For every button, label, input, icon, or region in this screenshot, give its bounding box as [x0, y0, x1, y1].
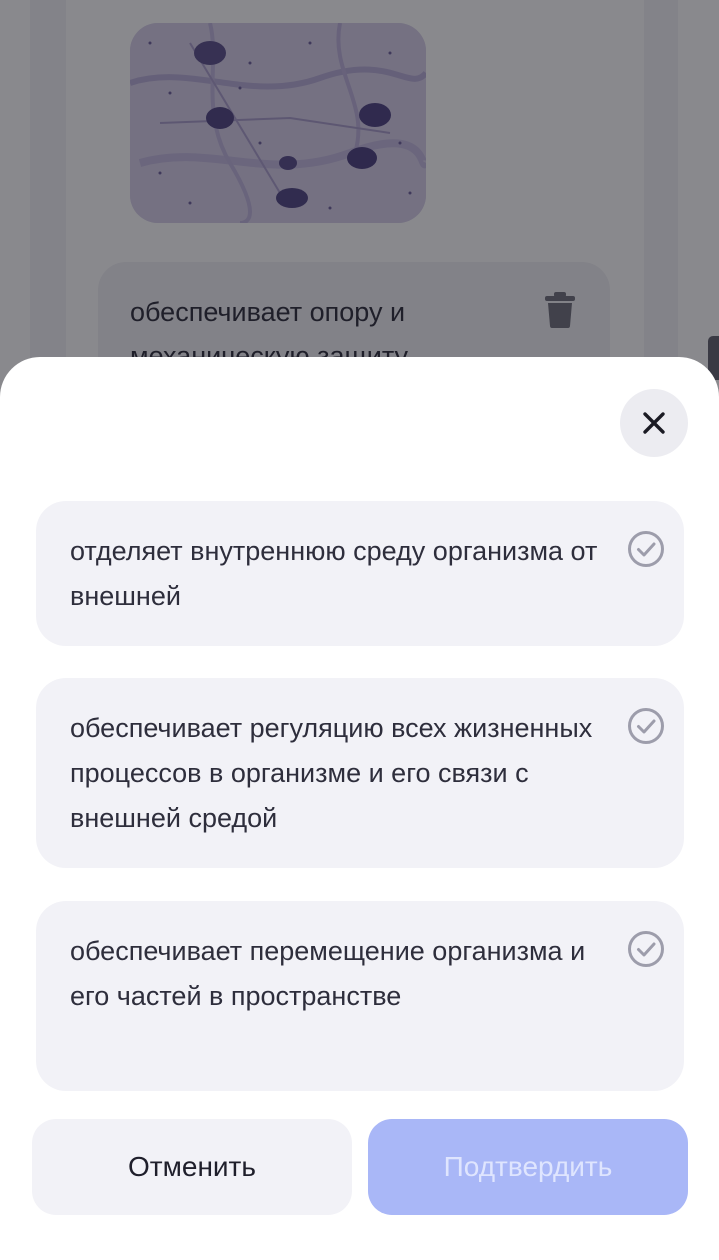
option-card[interactable]: обеспечивает перемещение организма и его… — [36, 901, 684, 1091]
option-text: обеспечивает перемещение организма и его… — [70, 936, 586, 1011]
close-icon — [643, 412, 665, 434]
option-text: обеспечивает регуляцию всех жизненных пр… — [70, 713, 593, 833]
check-circle-icon — [626, 706, 666, 746]
close-button[interactable] — [620, 389, 688, 457]
option-card[interactable]: обеспечивает регуляцию всех жизненных пр… — [36, 678, 684, 868]
confirm-button[interactable]: Подтвердить — [368, 1119, 688, 1215]
option-text: отделяет внутреннюю среду организма от в… — [70, 536, 598, 611]
check-circle-icon — [626, 529, 666, 569]
check-circle-icon — [626, 929, 666, 969]
bottom-sheet: отделяет внутреннюю среду организма от в… — [0, 357, 719, 1260]
option-card[interactable]: отделяет внутреннюю среду организма от в… — [36, 501, 684, 646]
cancel-button[interactable]: Отменить — [32, 1119, 352, 1215]
